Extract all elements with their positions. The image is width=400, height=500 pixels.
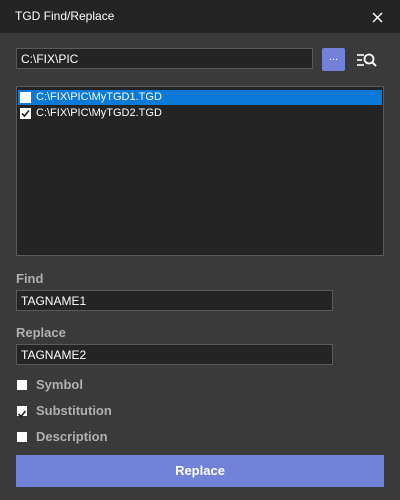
replace-button[interactable]: Replace <box>16 455 384 487</box>
find-replace-window: TGD Find/Replace ... C:\FIX\PIC\MyTGD1.T… <box>0 0 400 500</box>
file-checkbox[interactable] <box>20 92 31 103</box>
symbol-label: Symbol <box>36 377 83 392</box>
check-icon <box>21 109 30 118</box>
search-list-button[interactable] <box>356 50 378 70</box>
file-list[interactable]: C:\FIX\PIC\MyTGD1.TGD C:\FIX\PIC\MyTGD2.… <box>16 86 384 256</box>
file-row[interactable]: C:\FIX\PIC\MyTGD1.TGD <box>18 90 382 105</box>
folder-path-input[interactable] <box>16 48 313 69</box>
replace-input[interactable] <box>16 344 333 365</box>
checkbox-box[interactable] <box>17 432 27 442</box>
file-checkbox[interactable] <box>20 108 31 119</box>
description-label: Description <box>36 429 108 444</box>
replace-label: Replace <box>16 325 66 340</box>
file-path-label: C:\FIX\PIC\MyTGD2.TGD <box>36 107 162 119</box>
find-label: Find <box>16 271 44 286</box>
checkbox-box[interactable] <box>17 406 27 418</box>
check-icon <box>17 410 27 418</box>
close-button[interactable] <box>366 6 388 28</box>
file-row[interactable]: C:\FIX\PIC\MyTGD2.TGD <box>18 106 382 121</box>
title-bar: TGD Find/Replace <box>0 0 400 33</box>
close-icon <box>372 12 382 22</box>
checkbox-box[interactable] <box>17 380 27 390</box>
file-path-label: C:\FIX\PIC\MyTGD1.TGD <box>36 91 162 103</box>
browse-button[interactable]: ... <box>322 48 345 71</box>
search-list-icon <box>357 53 377 67</box>
substitution-label: Substitution <box>36 403 112 418</box>
find-input[interactable] <box>16 290 333 311</box>
window-title: TGD Find/Replace <box>15 9 115 23</box>
